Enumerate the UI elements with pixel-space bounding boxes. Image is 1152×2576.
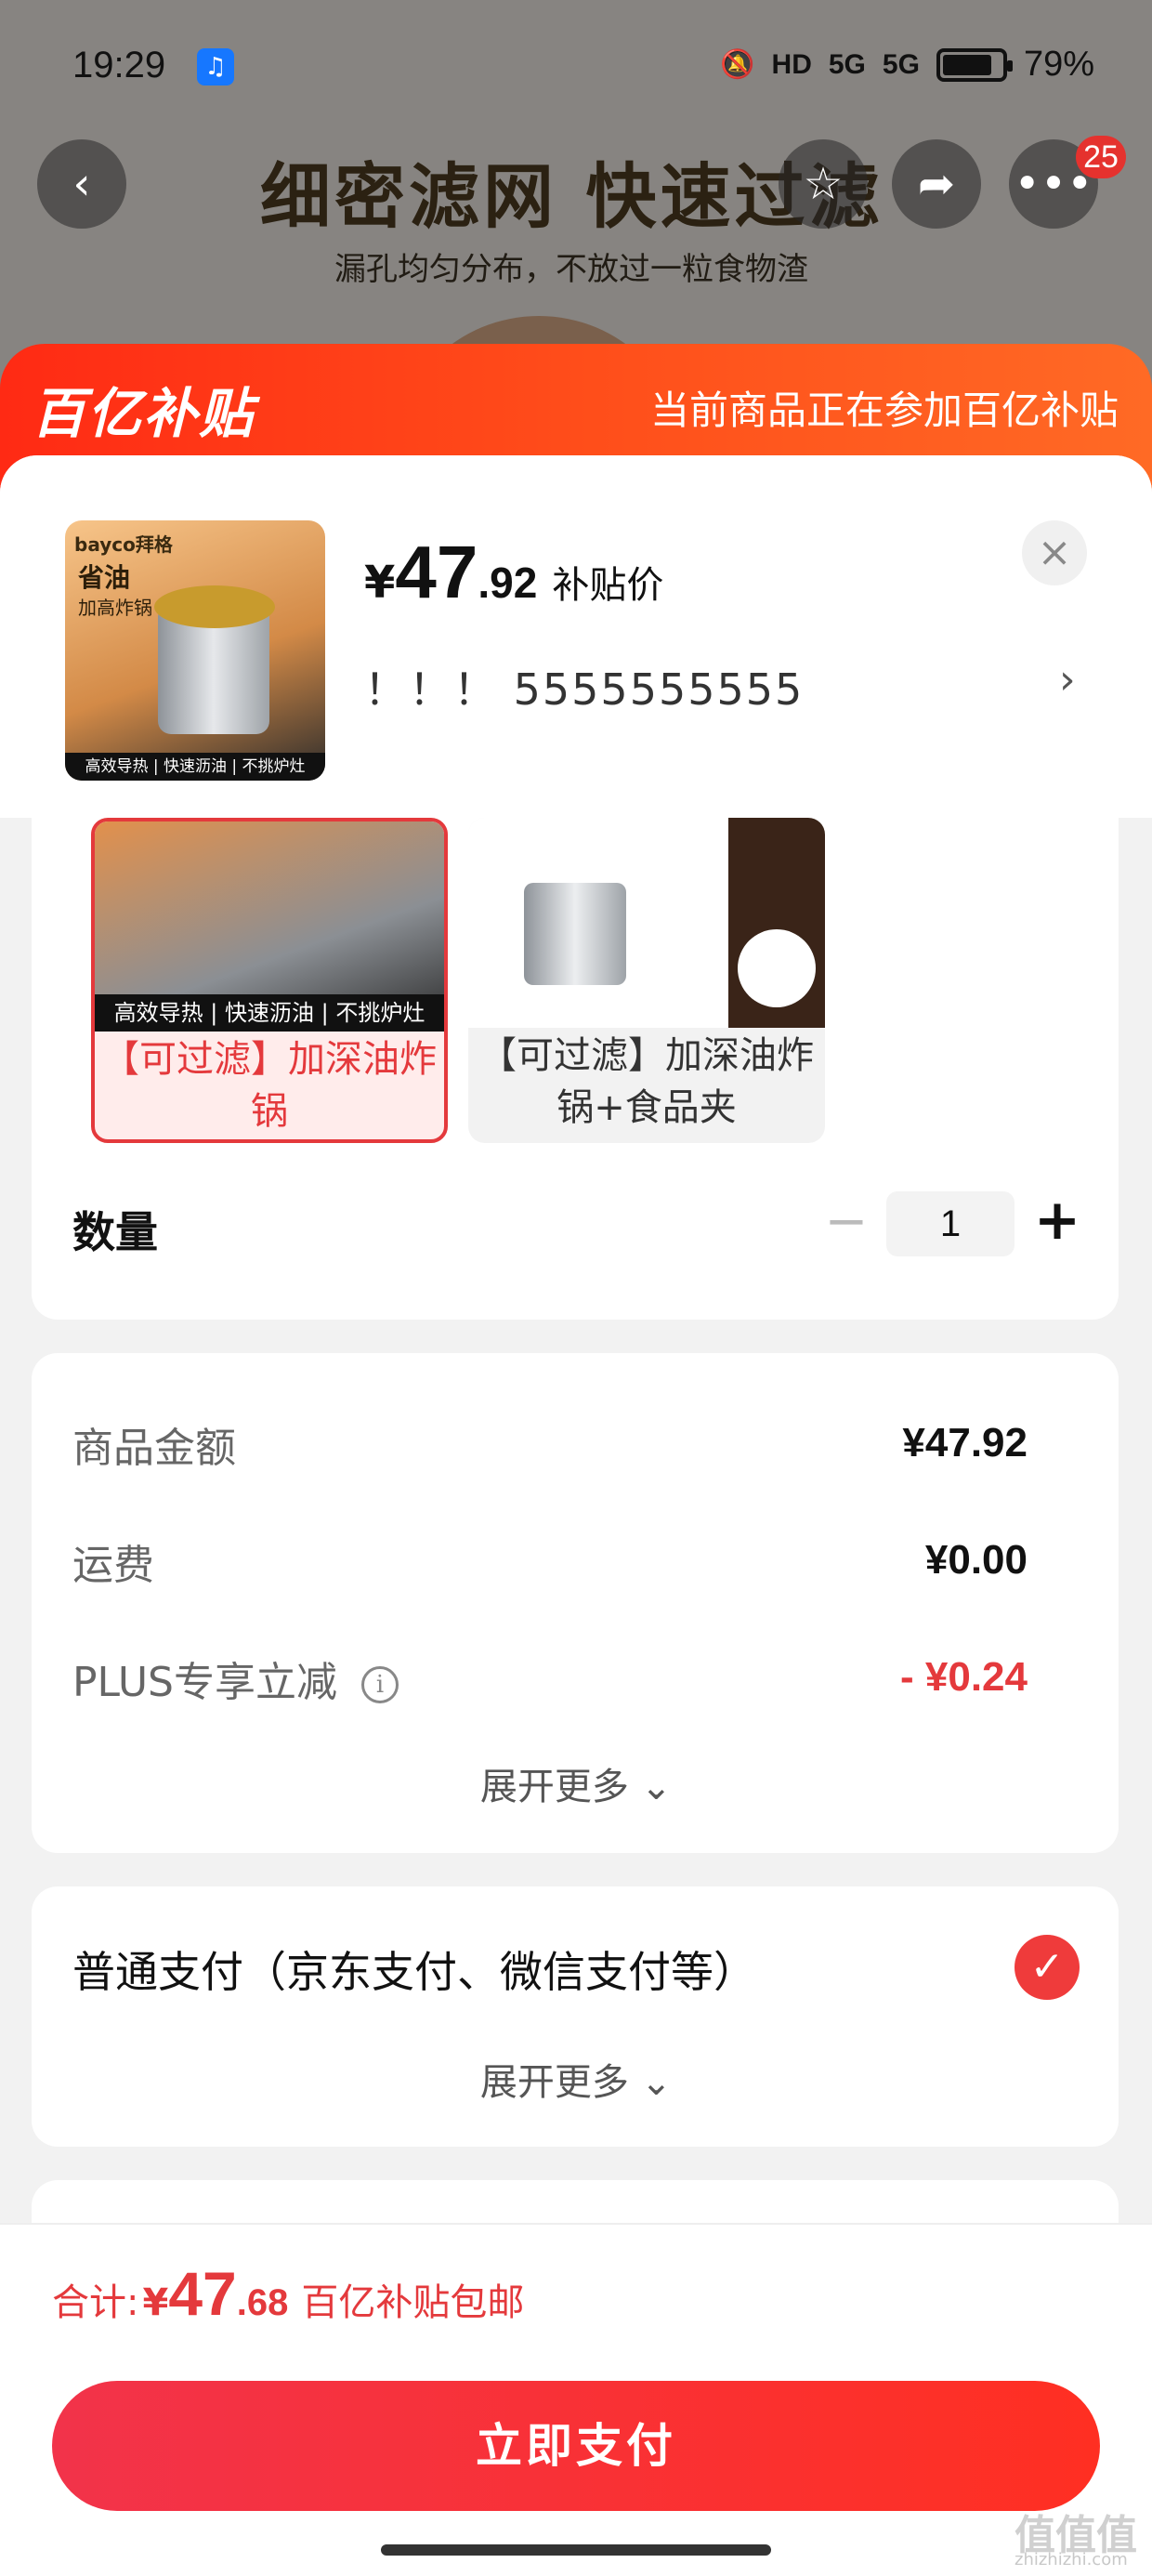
chevron-down-icon: ⌄ xyxy=(640,1766,673,1808)
shipping-label: 运费 xyxy=(72,1542,154,1589)
thumb-tag-secondary: 加高炸锅 xyxy=(78,597,152,619)
payment-method-label[interactable]: 普通支付（京东支付、微信支付等） xyxy=(72,1939,756,2000)
product-thumbnail: bayco拜格 省油 加高炸锅 高效导热 | 快速沥油 | 不挑炉灶 xyxy=(65,520,325,781)
total-symbol: ¥ xyxy=(142,2281,169,2324)
quantity-label: 数量 xyxy=(72,1207,158,1257)
selected-spec[interactable]: ！！！ 5555555555 xyxy=(364,656,804,717)
mute-bell-icon: 🔕 xyxy=(720,49,755,80)
star-icon: ☆ xyxy=(803,158,844,210)
option-card-selected[interactable]: 高效导热 | 快速沥油 | 不挑炉灶 【可过滤】加深油炸锅 xyxy=(91,818,448,1143)
option-label: 【可过滤】加深油炸锅+食品夹 xyxy=(479,1034,814,1129)
option-image: 高效导热 | 快速沥油 | 不挑炉灶 xyxy=(95,821,444,1032)
close-icon: × xyxy=(1037,529,1072,576)
option-card[interactable]: 【可过滤】加深油炸锅+食品夹 xyxy=(468,818,825,1143)
expand-more-label: 展开更多 xyxy=(479,1766,629,1808)
battery-icon xyxy=(936,47,1013,82)
quantity-input[interactable]: 1 xyxy=(886,1191,1015,1256)
price-integer: 47 xyxy=(395,531,478,613)
thumb-brand: bayco拜格 xyxy=(74,533,173,556)
expand-more-payment[interactable]: 展开更多 ⌄ xyxy=(0,2052,1152,2106)
thumb-tag: 省油 xyxy=(78,562,131,593)
basket-image xyxy=(154,585,275,628)
price-decimal: .92 xyxy=(478,559,538,607)
option-label: 【可过滤】加深油炸锅 xyxy=(102,1038,437,1133)
quantity-increase-button[interactable]: + xyxy=(1029,1188,1085,1253)
checkmark-icon[interactable]: ✓ xyxy=(1015,1935,1080,2000)
pot-image xyxy=(524,883,626,985)
signal-icon-2: 5G xyxy=(882,48,920,80)
watermark-url: zhizhizhi.com xyxy=(1015,2550,1128,2569)
share-icon: ➦ xyxy=(917,158,956,210)
plus-discount-value: - ¥0.24 xyxy=(900,1654,1028,1700)
pay-now-button[interactable]: 立即支付 xyxy=(52,2381,1100,2511)
goods-amount-value: ¥47.92 xyxy=(902,1420,1028,1465)
chevron-down-icon: ⌄ xyxy=(640,2061,673,2104)
payment-card xyxy=(32,1886,1119,2147)
close-button[interactable]: × xyxy=(1022,520,1087,585)
expand-more-label: 展开更多 xyxy=(479,2061,629,2104)
total-prefix: 合计: xyxy=(52,2281,139,2324)
battery-level: 79% xyxy=(1023,45,1094,84)
price-label: 补贴价 xyxy=(552,564,664,607)
shipping-value: ¥0.00 xyxy=(924,1537,1028,1583)
thumb-caption: 高效导热 | 快速沥油 | 不挑炉灶 xyxy=(65,753,325,781)
plus-discount-label: PLUS专享立减 xyxy=(72,1659,337,1706)
signal-icon: 5G xyxy=(828,48,866,80)
expand-more-fees[interactable]: 展开更多 ⌄ xyxy=(0,1756,1152,1810)
back-button[interactable]: ‹ xyxy=(37,139,126,229)
info-icon[interactable]: i xyxy=(361,1666,399,1703)
headphone-icon: ♫ xyxy=(197,48,234,85)
chevron-right-icon[interactable]: › xyxy=(1059,656,1076,703)
chevron-left-icon: ‹ xyxy=(72,158,91,210)
plus-discount-row: PLUS专享立减 i xyxy=(72,1649,399,1708)
home-indicator[interactable] xyxy=(381,2544,771,2556)
goods-amount-label: 商品金额 xyxy=(72,1425,236,1472)
message-badge: 25 xyxy=(1076,136,1126,178)
total-integer: 47 xyxy=(168,2259,237,2328)
subsidy-logo: 百亿补贴 xyxy=(32,382,255,445)
order-total: 合计: ¥ 47 .68 百亿补贴包邮 xyxy=(52,2258,524,2329)
hd-icon: HD xyxy=(771,48,812,80)
tongs-image xyxy=(738,929,816,1007)
option-image xyxy=(468,818,825,1028)
share-button[interactable]: ➦ xyxy=(892,139,981,229)
total-decimal: .68 xyxy=(236,2282,289,2323)
price-symbol: ¥ xyxy=(364,557,396,609)
status-right: 🔕 HD 5G 5G 79% xyxy=(720,45,1094,85)
option-image-caption: 高效导热 | 快速沥油 | 不挑炉灶 xyxy=(95,994,444,1032)
product-price: ¥ 47 .92 补贴价 xyxy=(364,530,663,615)
total-note: 百亿补贴包邮 xyxy=(301,2281,525,2324)
status-bar: 19:29 ♫ 🔕 HD 5G 5G 79% xyxy=(0,0,1152,139)
subsidy-info: 当前商品正在参加百亿补贴 xyxy=(649,388,1119,433)
quantity-decrease-button[interactable]: − xyxy=(823,1189,870,1255)
favorite-button[interactable]: ☆ xyxy=(779,139,868,229)
status-time: 19:29 xyxy=(72,45,166,85)
